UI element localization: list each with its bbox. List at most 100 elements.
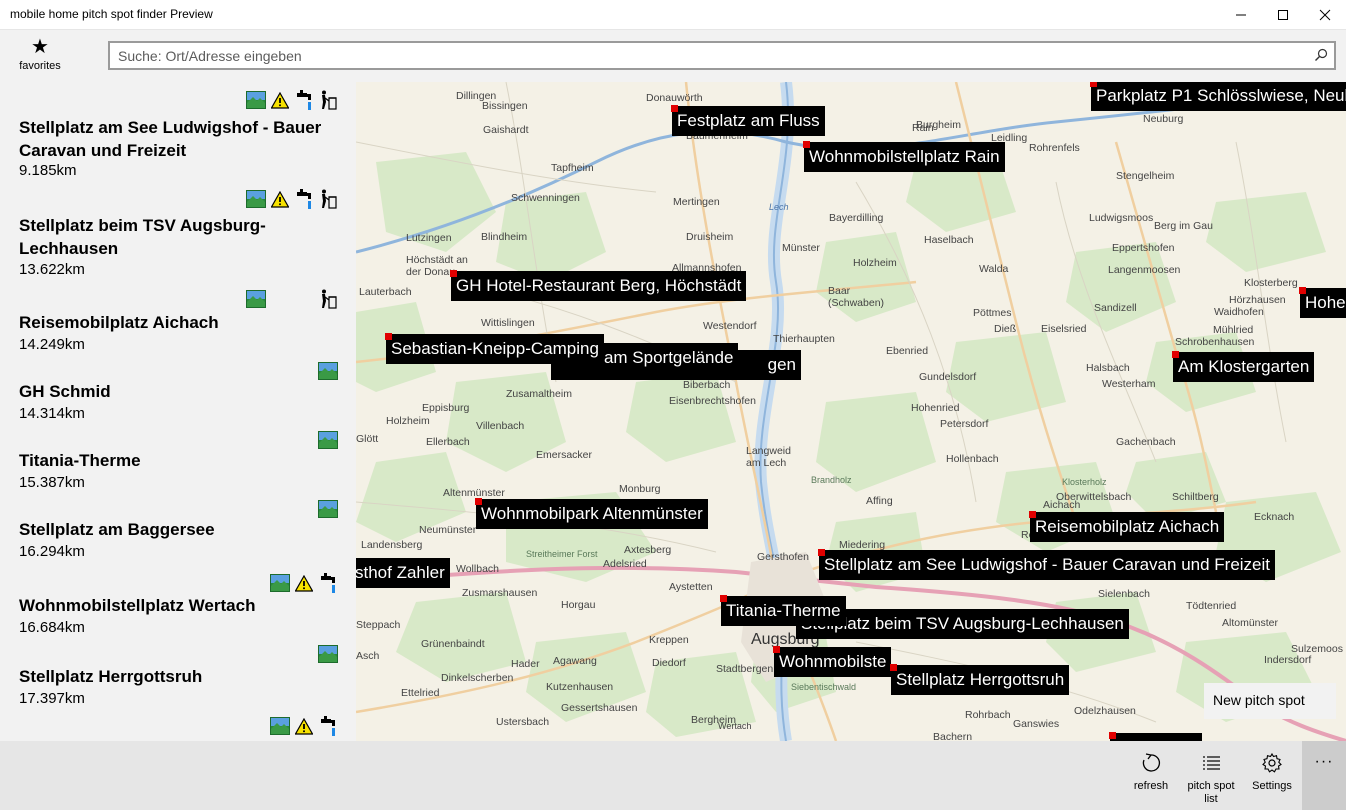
window-title: mobile home pitch spot finder Preview [10, 7, 213, 21]
favorites-button[interactable]: ★ favorites [10, 36, 70, 78]
search-icon[interactable] [1314, 48, 1328, 62]
map-marker[interactable]: Stellplatz Herrgottsruh [890, 664, 1070, 695]
town-label: Schiltberg [1172, 491, 1219, 503]
list-item[interactable]: Stellplatz am Baggersee 16.294km [0, 495, 356, 565]
spot-name: GH Schmid [19, 382, 111, 401]
list-item[interactable] [0, 712, 356, 741]
town-label: Siebentischwald [791, 682, 857, 692]
list-item[interactable]: GH Schmid 14.314km [0, 357, 356, 427]
town-label: Emersacker [536, 449, 593, 461]
map-marker[interactable]: Hohe [1299, 287, 1346, 318]
map-marker[interactable]: Festplatz am Fluss [671, 105, 825, 136]
town-label: Hörzhausen [1229, 294, 1286, 306]
search-input[interactable] [118, 43, 1298, 68]
town-label: Hollenbach [946, 453, 999, 465]
map-marker[interactable]: Am Klostergarten [1172, 351, 1315, 382]
minimize-button[interactable] [1218, 0, 1264, 30]
new-pitch-spot-button[interactable]: New pitch spot [1204, 683, 1336, 719]
map-marker[interactable]: sthof Zahler [356, 558, 450, 588]
town-label: Stengelheim [1116, 170, 1175, 182]
map-marker[interactable]: Sebastian-Kneipp-Camping [385, 333, 604, 364]
town-label: Oberwittelsbach [1056, 491, 1132, 503]
town-label: Petersdorf [940, 418, 989, 430]
spot-list[interactable]: Stellplatz am See Ludwigshof - Bauer Car… [0, 82, 356, 741]
list-item[interactable]: Reisemobilplatz Aichach 14.249km [0, 285, 356, 355]
amenity-icons [318, 642, 338, 664]
map-marker[interactable]: Wohnmobilpark Altenmünster [475, 498, 708, 529]
amenity-icons [318, 428, 338, 450]
town-label: Langenmoosen [1108, 264, 1181, 276]
maximize-icon [1278, 10, 1288, 20]
map-marker[interactable]: Titania-Therme [720, 595, 846, 626]
list-item[interactable]: Titania-Therme 15.387km [0, 426, 356, 496]
town-label: Burgheim [916, 119, 961, 131]
town-label: Waidhofen [1214, 306, 1264, 318]
spot-name: Stellplatz am See Ludwigshof - Bauer Car… [19, 118, 322, 160]
town-label: Eisenbrechtshofen [669, 395, 756, 407]
town-label: Wertach [718, 721, 752, 731]
town-label: Neuburg [1143, 113, 1184, 125]
settings-button[interactable]: Settings [1247, 741, 1297, 810]
town-label: Westendorf [703, 320, 757, 332]
town-label: Axtesberg [624, 544, 672, 556]
list-item[interactable]: Stellplatz Herrgottsruh 17.397km [0, 640, 356, 710]
more-options-button[interactable]: ··· [1302, 741, 1346, 810]
map-marker[interactable]: Wohnmobilstellplatz Rain [803, 141, 1005, 172]
map-marker[interactable]: Stellplatz beim TSV Augsburg-Lechhausen [795, 608, 1129, 639]
landscape-icon [318, 644, 338, 664]
town-label: Asch [356, 650, 380, 662]
close-button[interactable] [1302, 0, 1346, 30]
town-label: Gaishardt [483, 124, 529, 136]
town-label: Lutzingen [406, 232, 452, 244]
town-label: Villenbach [476, 420, 525, 432]
list-item[interactable]: Stellplatz beim TSV Augsburg-Lechhausen … [0, 185, 356, 285]
map-view[interactable]: Dillingen Donauwörth Bissingen Gaishardt… [356, 82, 1346, 741]
town-label: Stadtbergen [716, 663, 774, 675]
town-label: Ellerbach [426, 436, 470, 448]
map-marker[interactable]: tz am Sportgelände [580, 342, 739, 373]
map-marker[interactable] [1109, 732, 1202, 741]
list-icon [1203, 756, 1220, 770]
town-label: Halsbach [1086, 362, 1130, 374]
spot-distance: 14.249km [19, 336, 85, 353]
map-marker[interactable]: Reisemobilplatz Aichach [1029, 511, 1225, 542]
town-label: Glött [356, 433, 379, 445]
town-label: Tapfheim [551, 162, 594, 174]
map-marker[interactable]: Wohnmobilste [773, 646, 892, 677]
landscape-icon [270, 716, 290, 736]
icon-placeholder [294, 289, 314, 309]
list-item[interactable]: Wohnmobilstellplatz Wertach 16.684km [0, 569, 356, 644]
town-label: Neumünster [419, 524, 477, 536]
maximize-button[interactable] [1260, 0, 1306, 30]
amenity-icons [318, 497, 338, 519]
town-label: Steppach [356, 619, 401, 631]
town-label: Schrobenhausen [1175, 336, 1255, 348]
warning-icon [294, 573, 314, 593]
town-label: Hader [511, 658, 540, 670]
town-label: Donauwörth [646, 92, 703, 104]
list-item[interactable]: Stellplatz am See Ludwigshof - Bauer Car… [0, 86, 356, 186]
pitch-spot-list-label: pitch spot list [1187, 780, 1235, 805]
river-label: Lech [769, 202, 789, 212]
town-label: Bayerdilling [829, 212, 884, 224]
map-marker[interactable]: GH Hotel-Restaurant Berg, Höchstädt [450, 270, 747, 301]
town-label: Agawang [553, 655, 597, 667]
map-marker[interactable]: Stellplatz am See Ludwigshof - Bauer Car… [818, 549, 1276, 580]
town-label: Eppertshofen [1112, 242, 1175, 254]
icon-placeholder [270, 289, 290, 309]
refresh-icon [1142, 753, 1161, 772]
map-marker[interactable]: Parkplatz P1 Schlösslwiese, Neuburg [1090, 82, 1346, 111]
pitch-spot-list-button[interactable]: pitch spot list [1186, 741, 1236, 810]
spot-distance: 14.314km [19, 405, 85, 422]
search-box[interactable] [108, 41, 1336, 70]
town-label: Blindheim [481, 231, 528, 243]
landscape-icon [246, 90, 266, 110]
town-label: Münster [782, 242, 820, 254]
spot-name: Reisemobilplatz Aichach [19, 313, 219, 332]
town-label: Mertingen [673, 196, 720, 208]
amenity-icons [246, 88, 338, 110]
map-base [356, 82, 1346, 741]
refresh-button[interactable]: refresh [1126, 741, 1176, 810]
town-label: Indersdorf [1264, 654, 1312, 666]
landscape-icon [318, 499, 338, 519]
